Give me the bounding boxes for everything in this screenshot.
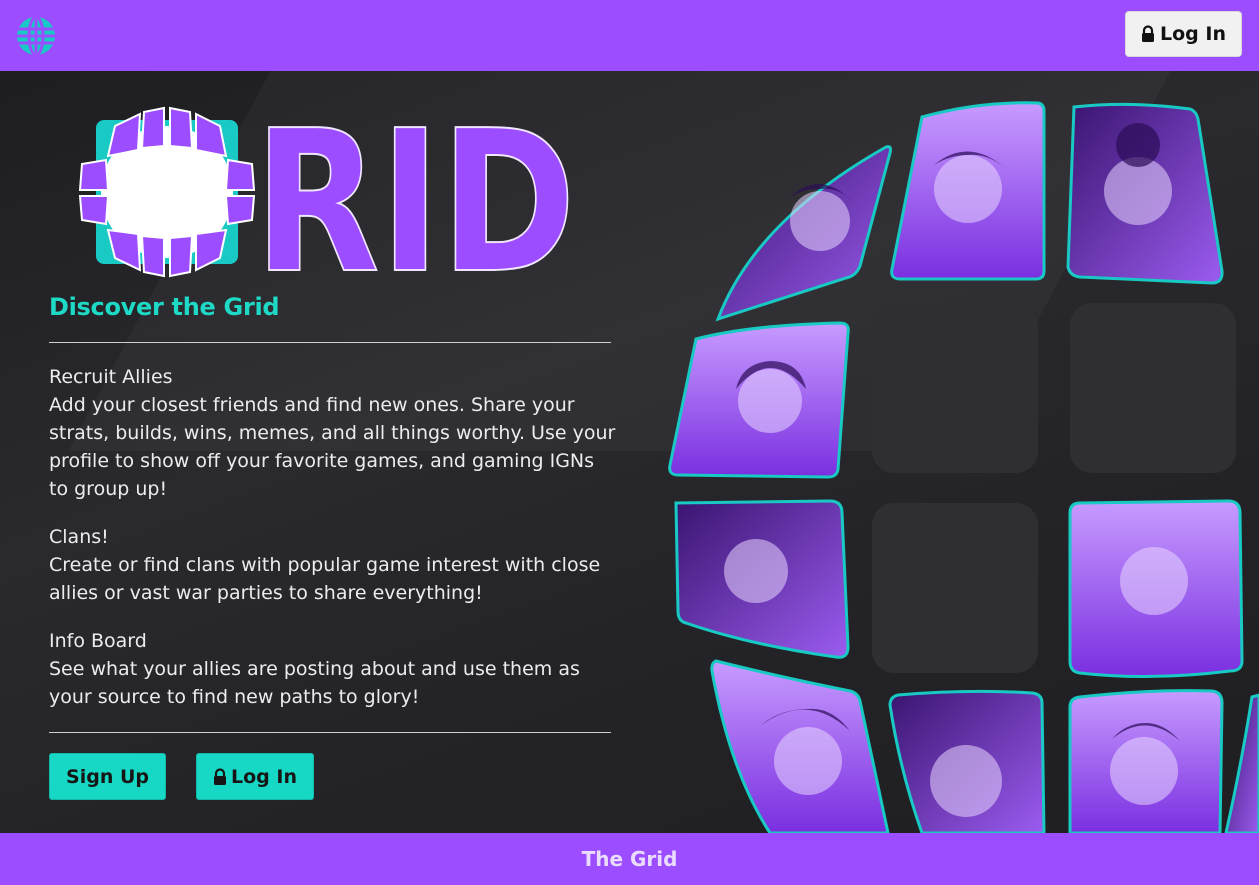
footer-text: The Grid — [581, 847, 678, 871]
header-login-button[interactable]: Log In — [1125, 11, 1242, 57]
hero-login-button[interactable]: Log In — [196, 753, 314, 800]
photo-tile — [1224, 693, 1259, 833]
feature-body: Add your closest friends and find new on… — [49, 394, 616, 500]
signup-button[interactable]: Sign Up — [49, 753, 166, 800]
footer: The Grid — [0, 833, 1259, 885]
top-navbar: Log In — [0, 0, 1259, 71]
brand-word: RID — [254, 106, 576, 278]
grid-logo: RID — [78, 106, 577, 278]
feature-body: See what your allies are posting about a… — [49, 658, 580, 708]
gamer-photo-collage — [668, 101, 1259, 833]
feature-clans: Clans! Create or find clans with popular… — [49, 523, 619, 607]
feature-info-board: Info Board See what your allies are post… — [49, 627, 619, 711]
hero-login-label: Log In — [231, 765, 297, 788]
grid-globe-icon[interactable] — [14, 14, 58, 58]
feature-body: Create or find clans with popular game i… — [49, 554, 601, 604]
headline: Discover the Grid — [49, 293, 280, 321]
signup-label: Sign Up — [66, 765, 149, 788]
hero-section: RID Discover the Grid Recruit Allies Add… — [0, 71, 1259, 833]
lock-icon — [214, 767, 226, 785]
feature-recruit-allies: Recruit Allies Add your closest friends … — [49, 363, 619, 503]
lock-icon — [1142, 25, 1154, 42]
feature-title: Clans! — [49, 526, 109, 548]
header-login-label: Log In — [1160, 23, 1226, 45]
feature-title: Info Board — [49, 630, 147, 652]
divider-bottom — [49, 732, 611, 733]
feature-title: Recruit Allies — [49, 366, 173, 388]
divider-top — [49, 342, 611, 343]
